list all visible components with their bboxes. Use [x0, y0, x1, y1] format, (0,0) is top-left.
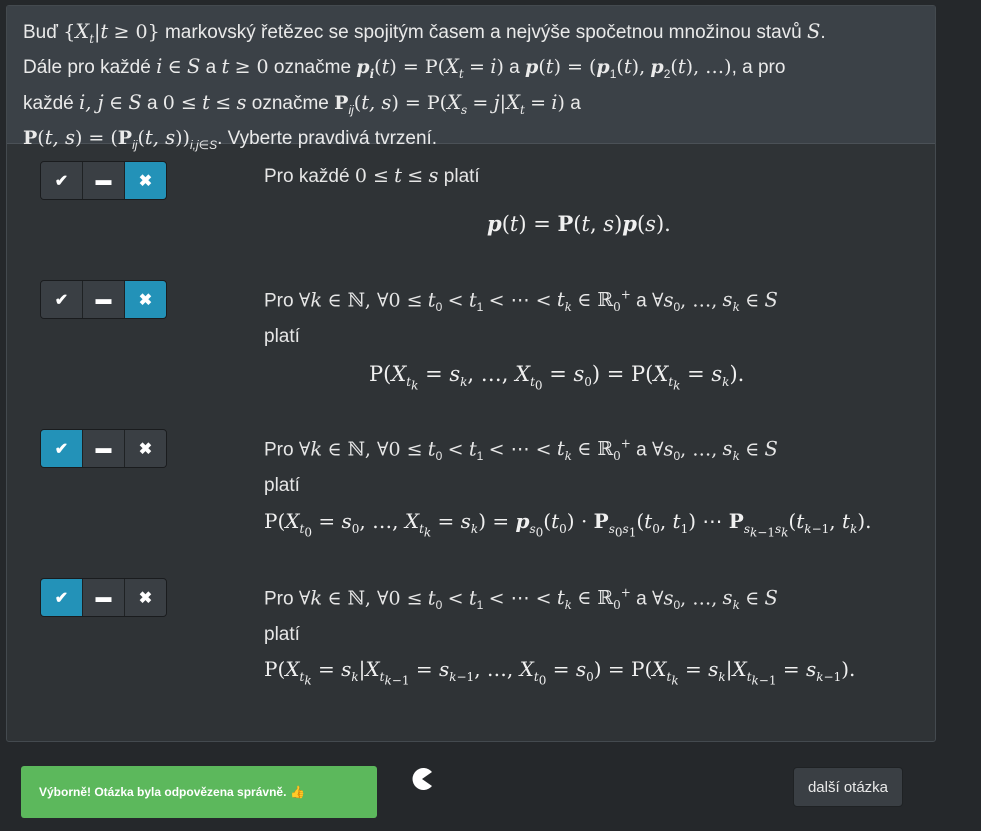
- answer-1-neutral-button[interactable]: ▬: [83, 162, 125, 199]
- check-icon: ✔: [54, 440, 69, 458]
- success-message: Výborně! Otázka byla odpovězena správně.: [39, 785, 287, 799]
- formula-3: P(Xt0 = s0, …, Xtk = sk) = ps0(t0) · Ps0…: [264, 509, 872, 540]
- answer-2-neutral-button[interactable]: ▬: [83, 281, 125, 318]
- check-icon: ✔: [54, 172, 69, 190]
- answer-4-yes-button[interactable]: ✔: [41, 579, 83, 616]
- statement-2: Pro ∀k ∈ ℕ, ∀0 ≤ t0 < t1 < ⋯ < tk ∈ ℝ0+ …: [264, 288, 778, 348]
- answer-3-neutral-button[interactable]: ▬: [83, 430, 125, 467]
- answer-4-neutral-button[interactable]: ▬: [83, 579, 125, 616]
- answer-3-no-button[interactable]: ✖: [125, 430, 166, 467]
- cross-icon: ✖: [138, 291, 153, 309]
- question-line-4: P(t, s) = (Pij(t, s))i,j∈S. Vyberte prav…: [23, 126, 438, 152]
- question-line-3: každé i, j ∈ S a 0 ≤ t ≤ s označme Pij(t…: [23, 90, 581, 117]
- formula-2: P(Xtk = sk, …, Xt0 = s0) = P(Xtk = sk).: [369, 362, 745, 393]
- cross-icon: ✖: [138, 440, 153, 458]
- formula-4: P(Xtk = sk|Xtk−1 = sk−1, …, Xt0 = s0) = …: [264, 657, 856, 688]
- answer-2-yes-button[interactable]: ✔: [41, 281, 83, 318]
- answer-toggle-1: ✔ ▬ ✖: [40, 161, 167, 200]
- question-line-2: Dále pro každé i ∈ S a t ≥ 0 označme pi(…: [23, 55, 786, 82]
- answer-2-no-button[interactable]: ✖: [125, 281, 166, 318]
- question-line-1: Buď {Xt|t ≥ 0} markovský řetězec se spoj…: [23, 20, 826, 46]
- answer-toggle-3: ✔ ▬ ✖: [40, 429, 167, 468]
- minus-icon: ▬: [95, 290, 112, 308]
- check-icon: ✔: [54, 589, 69, 607]
- pacman-icon: [412, 768, 432, 790]
- cross-icon: ✖: [138, 589, 153, 607]
- minus-icon: ▬: [95, 588, 112, 606]
- statement-3: Pro ∀k ∈ ℕ, ∀0 ≤ t0 < t1 < ⋯ < tk ∈ ℝ0+ …: [264, 437, 778, 497]
- thumbs-up-icon: 👍: [290, 785, 306, 799]
- minus-icon: ▬: [95, 439, 112, 457]
- answer-4-no-button[interactable]: ✖: [125, 579, 166, 616]
- formula-1: p(t) = P(t, s)p(s).: [487, 211, 671, 236]
- success-alert: Výborně! Otázka byla odpovězena správně.…: [21, 766, 377, 818]
- cross-icon: ✖: [138, 172, 153, 190]
- minus-icon: ▬: [95, 171, 112, 189]
- check-icon: ✔: [54, 291, 69, 309]
- next-question-button[interactable]: další otázka: [793, 767, 903, 807]
- statement-1: Pro každé 0 ≤ t ≤ s platí: [264, 164, 480, 187]
- answer-1-yes-button[interactable]: ✔: [41, 162, 83, 199]
- question-card: Buď {Xt|t ≥ 0} markovský řetězec se spoj…: [6, 5, 936, 742]
- answer-toggle-2: ✔ ▬ ✖: [40, 280, 167, 319]
- answer-3-yes-button[interactable]: ✔: [41, 430, 83, 467]
- statement-4: Pro ∀k ∈ ℕ, ∀0 ≤ t0 < t1 < ⋯ < tk ∈ ℝ0+ …: [264, 586, 778, 646]
- answer-1-no-button[interactable]: ✖: [125, 162, 166, 199]
- question-text: Buď {Xt|t ≥ 0} markovský řetězec se spoj…: [7, 6, 935, 152]
- answer-toggle-4: ✔ ▬ ✖: [40, 578, 167, 617]
